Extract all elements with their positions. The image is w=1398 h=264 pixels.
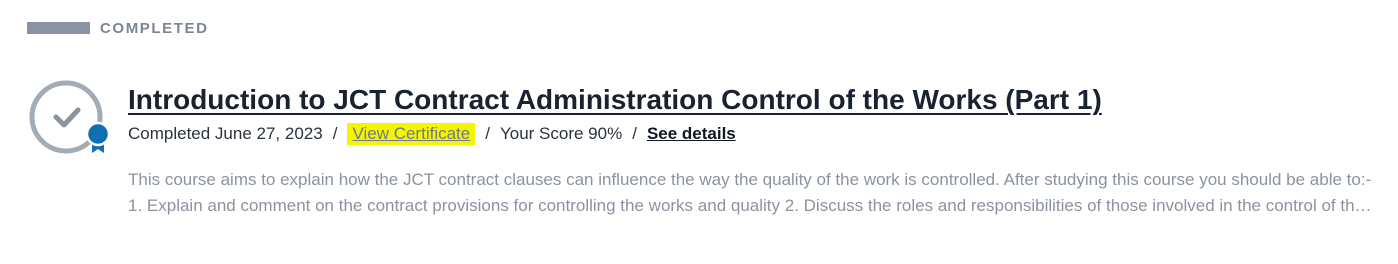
completed-check-icon (28, 79, 110, 159)
completion-date: Completed June 27, 2023 (128, 124, 323, 143)
score-text: Your Score 90% (499, 124, 623, 143)
meta-separator: / (485, 124, 490, 143)
course-title-link[interactable]: Introduction to JCT Contract Administrat… (128, 82, 1102, 118)
section-title: COMPLETED (100, 19, 209, 37)
section-accent-bar (27, 22, 90, 34)
course-description: This course aims to explain how the JCT … (128, 170, 1372, 215)
view-certificate-link[interactable]: View Certificate (347, 123, 476, 145)
see-details-link[interactable]: See details (647, 124, 736, 144)
certificate-ribbon-icon (85, 121, 110, 153)
course-card: Introduction to JCT Contract Administrat… (128, 82, 1378, 219)
course-meta: Completed June 27, 2023 / View Certifica… (128, 122, 1378, 146)
meta-separator: / (632, 124, 637, 143)
section-header: COMPLETED (27, 17, 209, 39)
meta-separator: / (332, 124, 338, 143)
